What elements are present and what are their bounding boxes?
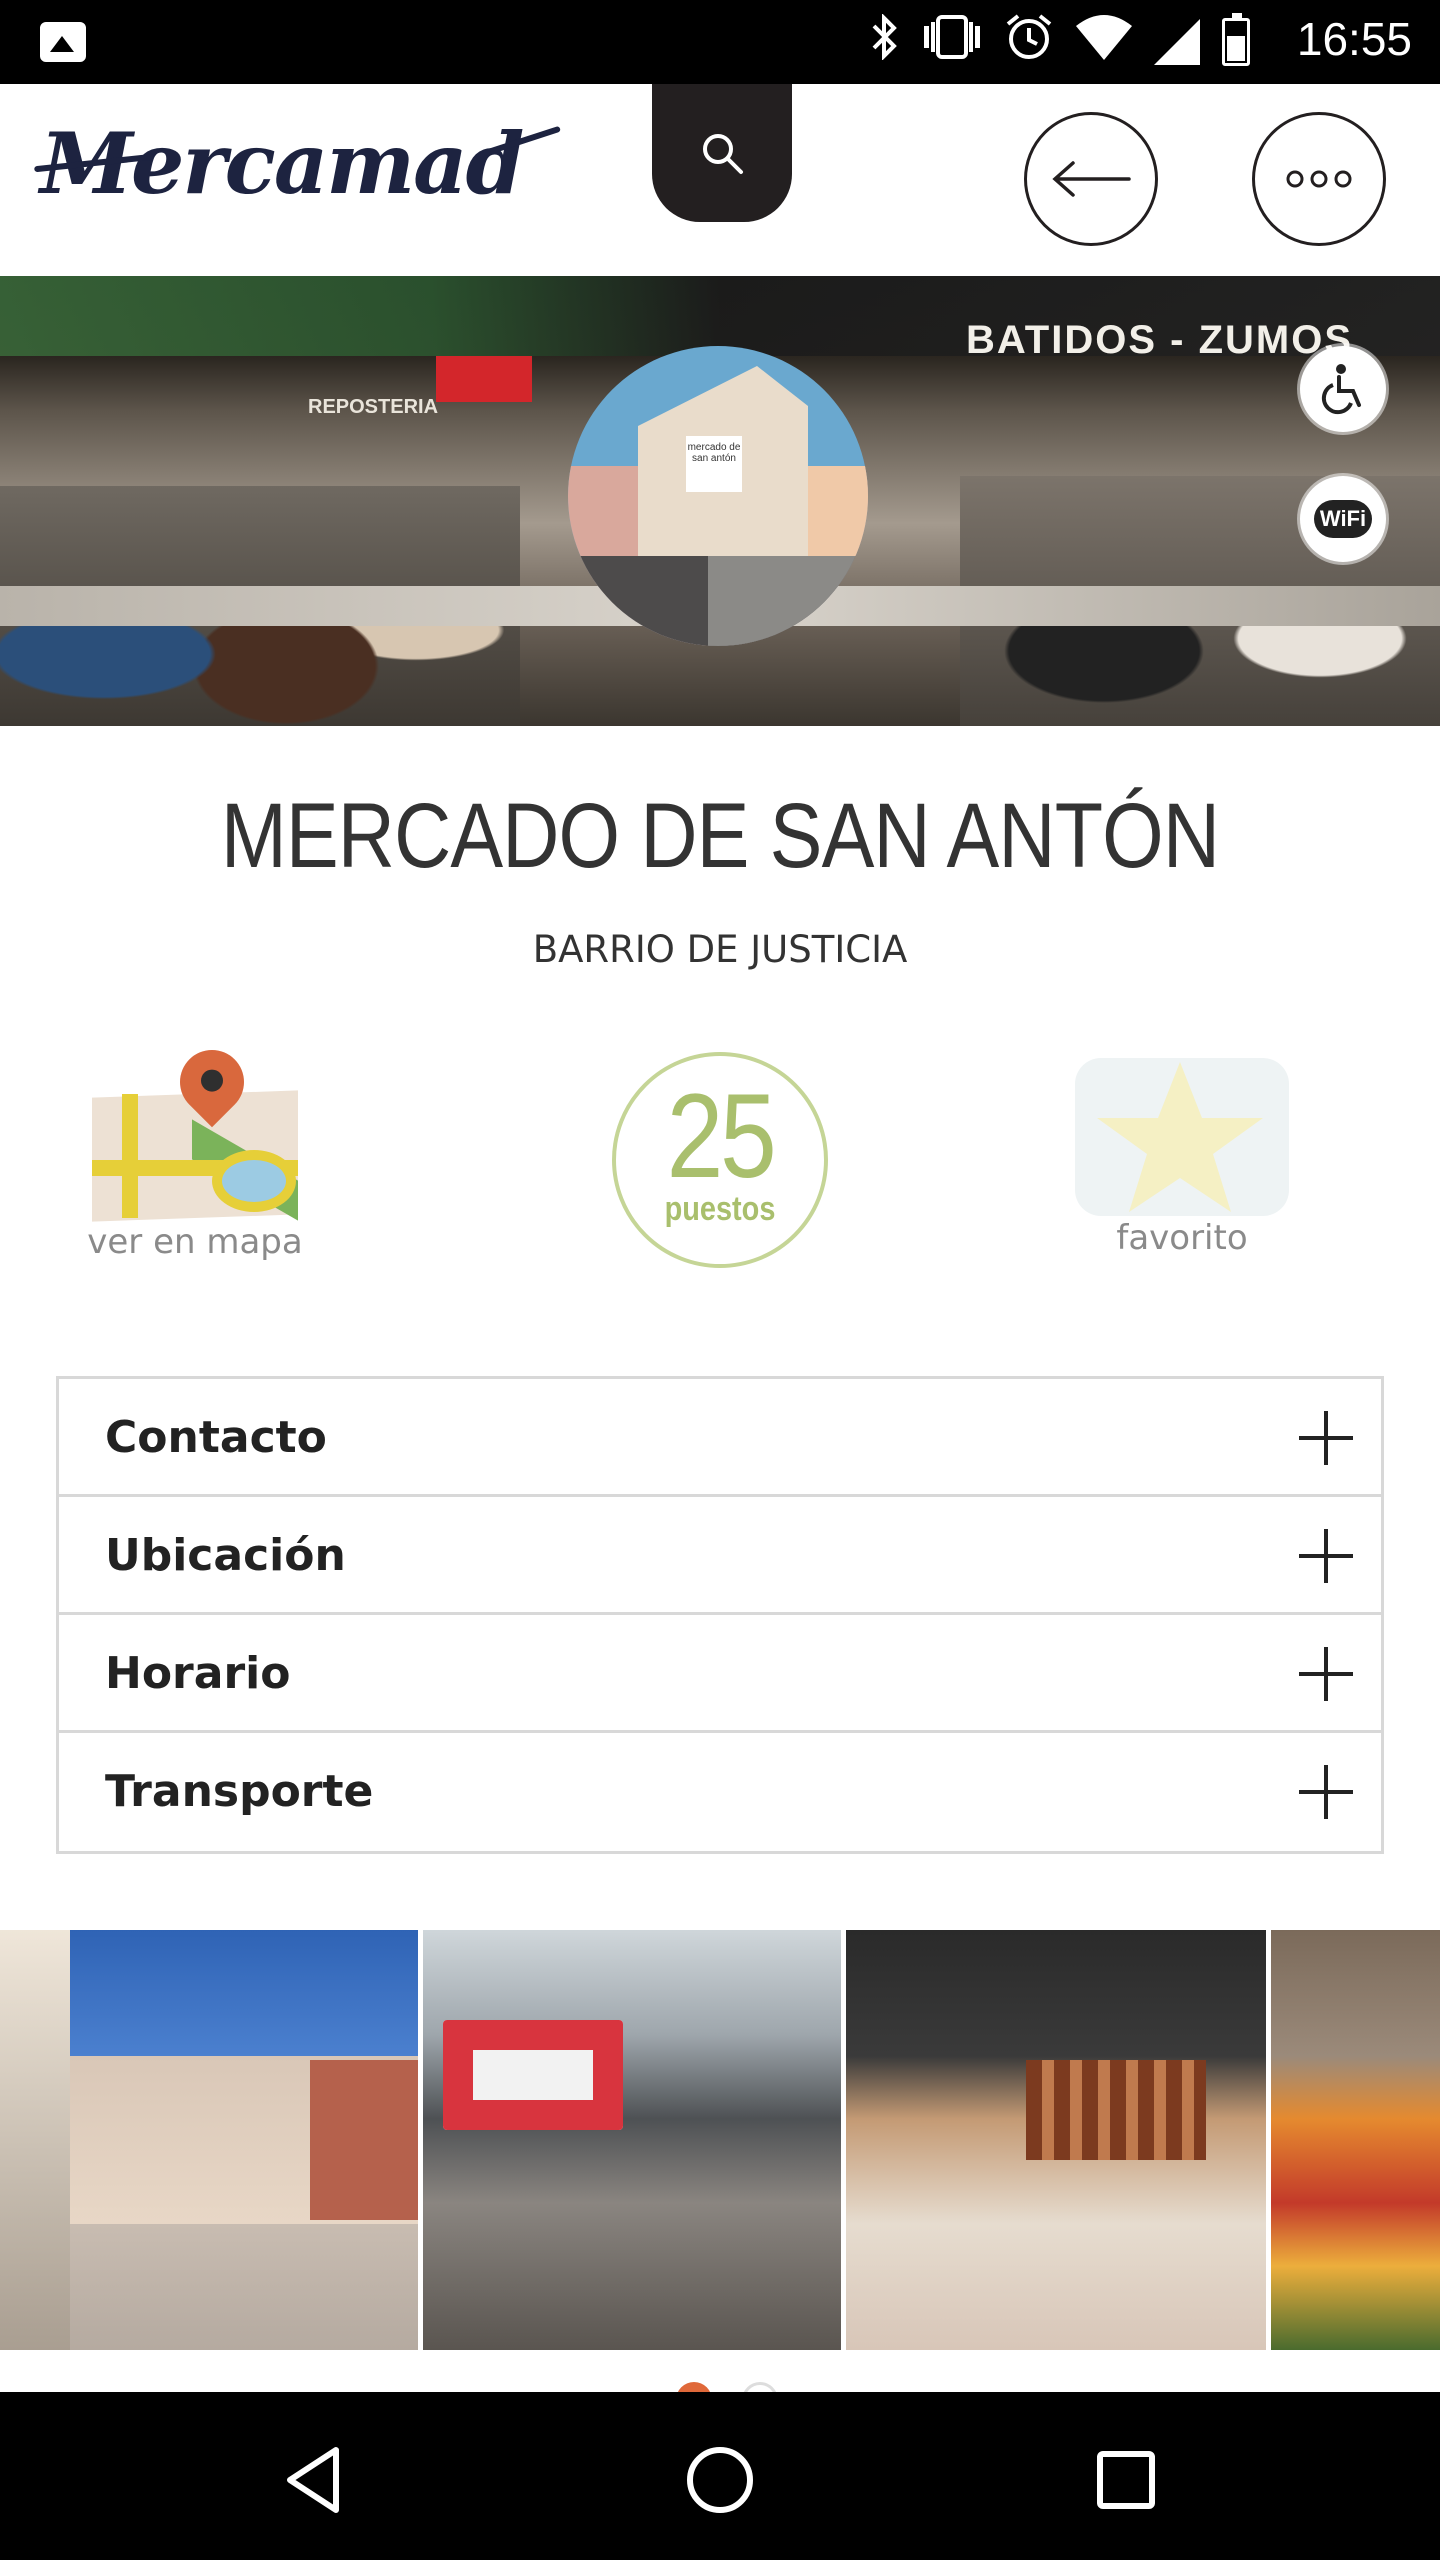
hero-sign-right: BATIDOS - ZUMOS <box>966 318 1354 362</box>
favorite-button[interactable]: favorito <box>1072 1058 1292 1258</box>
map-icon <box>92 1036 298 1222</box>
accordion-ubicacion[interactable]: Ubicación <box>59 1497 1381 1615</box>
gallery-photo-exterior[interactable] <box>0 1930 418 2350</box>
arrow-left-icon <box>1052 161 1131 197</box>
signal-icon <box>1154 19 1200 65</box>
accordion-contacto[interactable]: Contacto <box>59 1379 1381 1497</box>
plus-icon[interactable] <box>1299 1411 1353 1465</box>
back-button[interactable] <box>1024 112 1158 246</box>
gallery-pagination <box>0 2382 1440 2418</box>
alarm-icon <box>1004 12 1054 72</box>
more-button[interactable] <box>1252 112 1386 246</box>
home-circle-icon[interactable] <box>680 2440 760 2520</box>
stalls-label: puestos <box>664 1190 776 1228</box>
app-header: Mercamad <box>0 84 1440 276</box>
map-button[interactable]: ver en mapa <box>80 1036 310 1262</box>
exit-sign <box>436 356 532 402</box>
wifi-badge-label: WiFi <box>1313 500 1373 538</box>
gallery-photo-interior[interactable] <box>423 1930 841 2350</box>
back-triangle-icon[interactable] <box>276 2440 356 2520</box>
gallery-photo-charcuteria[interactable] <box>846 1930 1266 2350</box>
vibrate-icon <box>922 14 982 70</box>
map-label: ver en mapa <box>87 1222 303 1262</box>
more-horizontal-icon <box>1286 170 1352 188</box>
accordion-label: Contacto <box>105 1412 327 1463</box>
accordion-horario[interactable]: Horario <box>59 1615 1381 1733</box>
plus-icon[interactable] <box>1299 1647 1353 1701</box>
accessibility-badge <box>1300 346 1386 432</box>
recents-square-icon[interactable] <box>1086 2440 1166 2520</box>
status-icons <box>870 13 1250 70</box>
wheelchair-icon <box>1321 364 1361 415</box>
search-button[interactable] <box>652 84 792 222</box>
accordion-label: Transporte <box>105 1766 374 1817</box>
info-accordion: Contacto Ubicación Horario Transporte <box>56 1376 1384 1854</box>
market-subtitle: BARRIO DE JUSTICIA <box>532 928 908 971</box>
logo[interactable]: Mercamad <box>40 114 524 213</box>
status-time: 16:55 <box>1296 13 1412 65</box>
bluetooth-icon <box>870 13 900 70</box>
gallery-icon <box>40 22 86 62</box>
accordion-label: Horario <box>105 1648 291 1699</box>
market-badge: mercado de san antón <box>568 346 868 646</box>
plus-icon[interactable] <box>1299 1765 1353 1819</box>
wifi-icon <box>1076 14 1132 70</box>
accordion-transporte[interactable]: Transporte <box>59 1733 1381 1851</box>
star-icon <box>1075 1058 1289 1216</box>
search-icon <box>703 134 743 174</box>
hero-sign-left: REPOSTERIA <box>308 396 439 418</box>
system-nav-bar <box>0 2392 1440 2560</box>
gallery-photo-fruits[interactable] <box>1271 1930 1440 2350</box>
battery-icon <box>1222 13 1250 66</box>
stalls-count: 25 <box>666 1069 777 1203</box>
wifi-badge: WiFi <box>1300 476 1386 562</box>
stalls-button[interactable]: 25 puestos <box>612 1052 828 1268</box>
accordion-label: Ubicación <box>105 1530 346 1581</box>
market-title: MERCADO DE SAN ANTÓN <box>220 785 1220 887</box>
plus-icon[interactable] <box>1299 1529 1353 1583</box>
photo-gallery[interactable] <box>0 1930 1440 2350</box>
badge-label: mercado de san antón <box>686 436 742 492</box>
status-bar: 16:55 <box>0 0 1440 84</box>
favorite-label: favorito <box>1116 1218 1248 1258</box>
